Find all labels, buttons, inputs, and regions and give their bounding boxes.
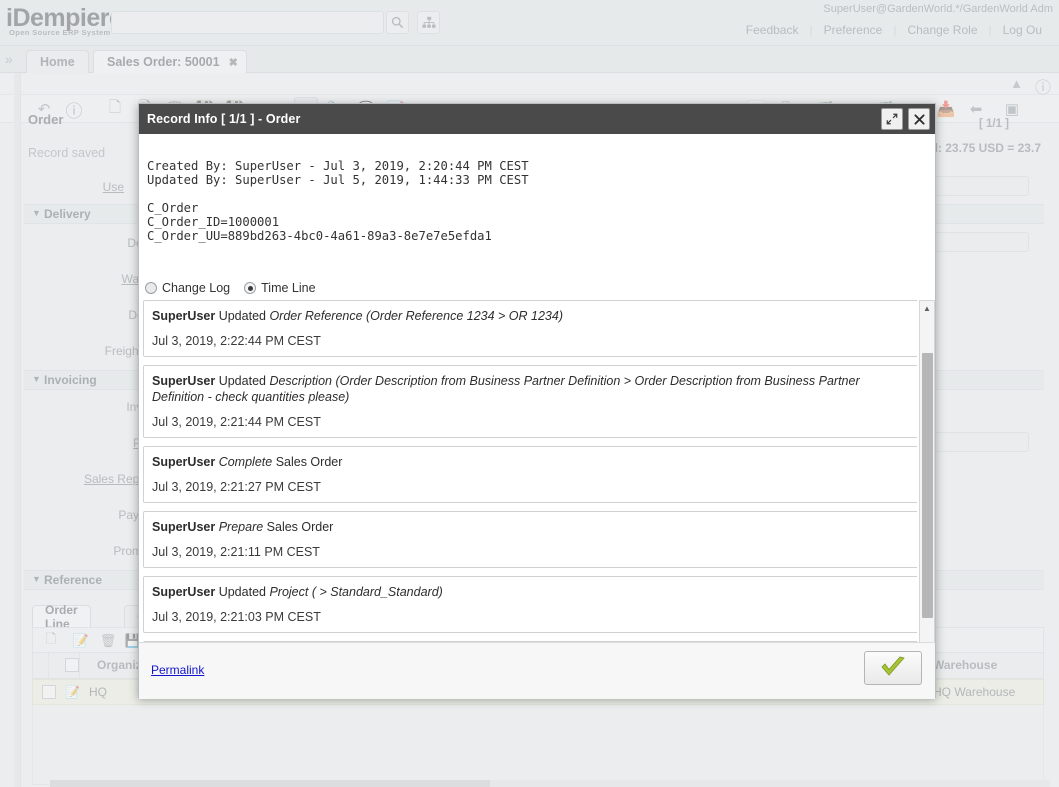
- edit-row-icon[interactable]: 📝: [71, 631, 91, 651]
- tab-order-line[interactable]: Order Line: [32, 605, 91, 627]
- view-mode-radio-group: Change Log Time Line: [145, 281, 330, 295]
- radio-change-log-label[interactable]: Change Log: [162, 281, 230, 295]
- timeline-entry-detail: Sales Order: [276, 455, 343, 469]
- timeline-list[interactable]: SuperUser Updated Order Reference (Order…: [143, 300, 917, 682]
- permalink-link[interactable]: Permalink: [151, 663, 204, 677]
- record-info-text: Created By: SuperUser - Jul 3, 2019, 2:2…: [147, 159, 529, 243]
- timeline-entry-headline: SuperUser Complete Sales Order: [152, 454, 914, 470]
- sub-toolbar: ▲ ⓘ: [0, 73, 1059, 95]
- status-message: Record saved: [28, 146, 105, 160]
- preference-link[interactable]: Preference: [813, 23, 894, 37]
- chevron-down-icon: ▼: [32, 574, 41, 584]
- scrollbar-thumb[interactable]: [50, 780, 490, 787]
- timeline-entry[interactable]: SuperUser Prepare Sales Order Jul 3, 2019…: [143, 511, 917, 568]
- app-header: iDempiere Open Source ERP System SuperUs…: [0, 0, 1059, 46]
- select-all-checkbox[interactable]: [65, 658, 79, 672]
- maximize-icon[interactable]: [881, 108, 903, 130]
- record-info-dialog: Record Info [ 1/1 ] - Order Created By: …: [138, 103, 936, 698]
- menu-tree-icon[interactable]: [417, 11, 440, 34]
- radio-time-line-label[interactable]: Time Line: [261, 281, 315, 295]
- radio-time-line[interactable]: [244, 282, 256, 294]
- timeline-entry[interactable]: SuperUser Updated Order Reference (Order…: [143, 300, 917, 357]
- timeline-entry-action: Prepare: [215, 520, 266, 534]
- tab-home[interactable]: Home: [26, 50, 89, 73]
- dialog-titlebar: Record Info [ 1/1 ] - Order: [139, 104, 935, 134]
- timeline-entry-headline: SuperUser Prepare Sales Order: [152, 519, 914, 535]
- timeline-entry[interactable]: SuperUser Updated Description (Order Des…: [143, 365, 917, 438]
- user-context-label: SuperUser@GardenWorld.*/GardenWorld Adm: [823, 3, 1053, 15]
- timeline-scrollbar[interactable]: ▲ ▼: [919, 300, 935, 682]
- timeline-entry-action: Complete: [215, 455, 275, 469]
- tab-sales-order-label: Sales Order: 50001: [107, 55, 220, 69]
- grid-empty-area: [32, 705, 1044, 785]
- search-icon[interactable]: [386, 11, 409, 34]
- new-row-icon[interactable]: 🗋: [41, 631, 61, 651]
- timeline-entry[interactable]: SuperUser Updated Project ( > Standard_S…: [143, 576, 917, 633]
- section-invoicing-label: Invoicing: [44, 373, 97, 387]
- timeline-entry-headline: SuperUser Updated Project ( > Standard_S…: [152, 584, 914, 600]
- timeline-viewport: SuperUser Updated Order Reference (Order…: [143, 300, 933, 682]
- dialog-title: Record Info [ 1/1 ] - Order: [139, 112, 300, 126]
- timeline-entry-timestamp: Jul 3, 2019, 2:21:44 PM CEST: [152, 415, 914, 429]
- timeline-entry-headline: SuperUser Updated Order Reference (Order…: [152, 308, 914, 324]
- timeline-entry-detail: Project ( > Standard_Standard): [269, 585, 442, 599]
- cell-warehouse: HQ Warehouse: [933, 685, 1015, 699]
- dialog-window-buttons: [881, 108, 930, 130]
- radio-dot: [248, 286, 253, 291]
- timeline-entry-action: Updated: [215, 309, 269, 323]
- collapse-menu-icon[interactable]: »: [5, 51, 13, 67]
- chevron-down-icon: ▼: [32, 208, 41, 218]
- ok-button[interactable]: [864, 651, 922, 685]
- section-delivery-label: Delivery: [44, 207, 91, 221]
- chevron-down-icon: ▼: [32, 374, 41, 384]
- change-role-link[interactable]: Change Role: [896, 23, 988, 37]
- tab-home-label: Home: [40, 55, 75, 69]
- scroll-up-icon[interactable]: ▲: [920, 301, 934, 315]
- field-label-user[interactable]: Use: [94, 180, 124, 194]
- delete-row-icon[interactable]: 🗑: [98, 631, 118, 651]
- timeline-entry-detail: Order Reference (Order Reference 1234 > …: [269, 309, 563, 323]
- dialog-body: Created By: SuperUser - Jul 3, 2019, 2:2…: [139, 134, 935, 699]
- cell-organization: HQ: [89, 685, 107, 699]
- logout-link[interactable]: Log Ou: [992, 23, 1053, 37]
- timeline-entry[interactable]: SuperUser Complete Sales Order Jul 3, 201…: [143, 446, 917, 503]
- scrollbar-thumb[interactable]: [922, 353, 933, 618]
- checkmark-icon: [879, 656, 907, 680]
- timeline-entry-user: SuperUser: [152, 520, 215, 534]
- page-title: Order: [28, 112, 63, 127]
- close-icon[interactable]: [908, 108, 930, 130]
- chevron-up-icon[interactable]: ▲: [1010, 76, 1023, 91]
- tab-sales-order[interactable]: Sales Order: 50001 ✖: [93, 50, 247, 73]
- feedback-link[interactable]: Feedback: [735, 23, 810, 37]
- timeline-entry-user: SuperUser: [152, 455, 215, 469]
- section-reference-label: Reference: [44, 573, 102, 587]
- column-header-warehouse[interactable]: Warehouse: [933, 658, 997, 672]
- horizontal-scrollbar[interactable]: [50, 780, 1050, 787]
- header-links: Feedback|Preference|Change Role|Log Ou: [735, 23, 1053, 37]
- timeline-entry-timestamp: Jul 3, 2019, 2:21:27 PM CEST: [152, 480, 914, 494]
- timeline-entry-timestamp: Jul 3, 2019, 2:21:03 PM CEST: [152, 610, 914, 624]
- radio-change-log[interactable]: [145, 282, 157, 294]
- timeline-entry-user: SuperUser: [152, 309, 215, 323]
- field-label-warehouse[interactable]: Wa: [109, 272, 139, 286]
- timeline-entry-action: Updated: [215, 374, 269, 388]
- row-edit-icon[interactable]: 📝: [65, 685, 80, 699]
- dialog-footer: Permalink: [139, 642, 935, 699]
- timeline-entry-detail: Sales Order: [267, 520, 334, 534]
- timeline-entry-timestamp: Jul 3, 2019, 2:22:44 PM CEST: [152, 334, 914, 348]
- left-rail: [14, 73, 21, 787]
- tab-strip: » Home Sales Order: 50001 ✖: [0, 46, 1059, 73]
- timeline-entry-user: SuperUser: [152, 374, 215, 388]
- global-search-input[interactable]: [111, 11, 384, 34]
- brand-tagline: Open Source ERP System: [9, 28, 111, 37]
- timeline-entry-timestamp: Jul 3, 2019, 2:21:11 PM CEST: [152, 545, 914, 559]
- close-icon[interactable]: ✖: [229, 56, 238, 69]
- timeline-entry-user: SuperUser: [152, 585, 215, 599]
- timeline-entry-action: Updated: [215, 585, 269, 599]
- timeline-entry-headline: SuperUser Updated Description (Order Des…: [152, 373, 914, 405]
- row-checkbox[interactable]: [42, 685, 56, 699]
